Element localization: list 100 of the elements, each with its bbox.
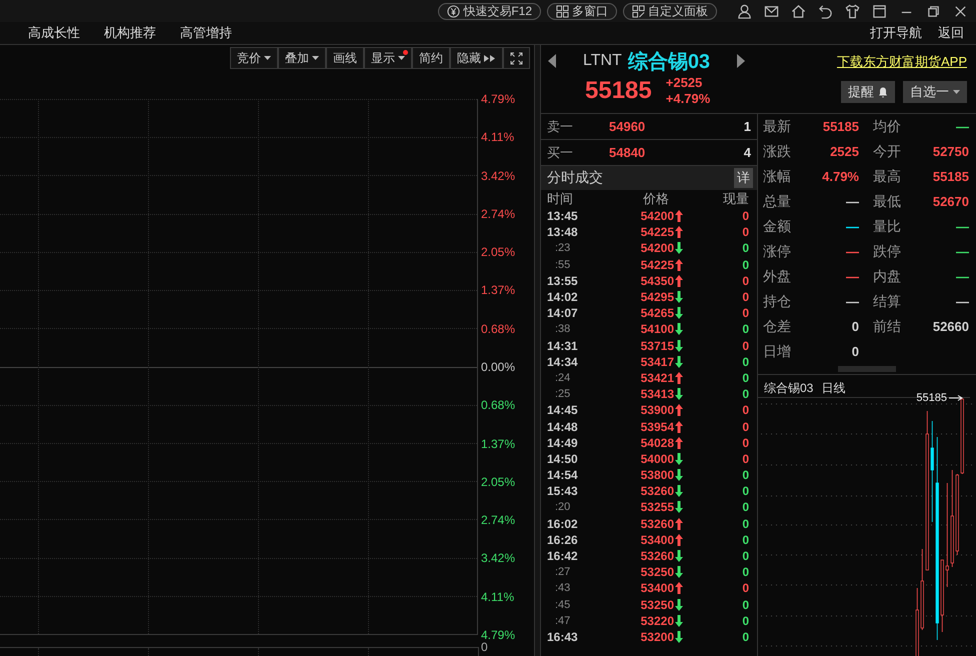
trade-time: :20 — [554, 501, 572, 514]
trade-time: 14:54 — [547, 468, 579, 482]
stat-label: 内盘 — [873, 268, 901, 286]
trade-price: 53413 — [640, 387, 674, 402]
axis-label: 3.42% — [481, 168, 516, 183]
caret-icon — [398, 56, 406, 60]
trade-price: 53417 — [640, 354, 674, 369]
panel-icon — [632, 4, 645, 18]
trade-volume: 0 — [741, 565, 749, 580]
chart-period: 日线 — [821, 380, 846, 397]
stat-label: 量比 — [873, 218, 901, 236]
axis-label: 1.37% — [481, 283, 516, 298]
trade-volume: 0 — [741, 338, 749, 353]
trade-time: 15:43 — [547, 484, 579, 498]
trade-volume: 0 — [741, 549, 749, 564]
stat-label: 涨跌 — [763, 142, 791, 160]
trade-price: 53255 — [640, 500, 674, 514]
column-header: 时间 — [547, 190, 574, 208]
stat-value: 0 — [852, 319, 859, 334]
axis-label: 2.05% — [481, 245, 516, 260]
trade-time: 14:07 — [547, 306, 579, 320]
trade-volume: 0 — [741, 452, 749, 466]
trade-time: 16:02 — [547, 516, 579, 531]
stat-label: 涨停 — [763, 242, 791, 260]
axis-label: 0.68% — [481, 398, 516, 412]
trade-volume: 0 — [741, 290, 749, 304]
toolbar-button[interactable]: 自定义面板 — [623, 2, 717, 20]
stat-value: — — [956, 269, 969, 284]
stat-label: 今开 — [873, 142, 901, 160]
chart-tool-button[interactable]: 叠加 — [278, 47, 326, 69]
nav-item[interactable]: 高成长性 — [28, 24, 80, 42]
trade-volume: 0 — [741, 225, 749, 240]
next-arrow-icon[interactable] — [736, 53, 746, 69]
chart-tool-button[interactable]: 画线 — [326, 47, 364, 69]
stat-value: — — [846, 244, 859, 259]
chart-tool-button[interactable]: 显示 — [364, 47, 412, 69]
order-quantity: 4 — [744, 145, 751, 160]
trade-volume: 0 — [741, 500, 749, 514]
toolbar-button[interactable]: 快速交易F12 — [438, 2, 541, 20]
previous-arrow-icon[interactable] — [547, 53, 557, 69]
order-price: 54840 — [609, 145, 646, 160]
detail-button[interactable]: 详 — [734, 168, 753, 188]
stat-label: 仓差 — [763, 318, 791, 336]
trade-time: 13:45 — [547, 209, 579, 224]
stat-value: — — [956, 219, 969, 234]
nav-item[interactable]: 返回 — [938, 24, 964, 42]
trade-volume: 0 — [741, 436, 749, 450]
restore-icon[interactable] — [926, 4, 941, 18]
stat-value: 4.79% — [822, 169, 859, 184]
stat-value: 2525 — [830, 144, 859, 159]
trade-volume: 0 — [741, 532, 749, 547]
trade-volume: 0 — [741, 322, 749, 336]
trade-price: 53800 — [640, 468, 674, 482]
trade-price: 53260 — [640, 484, 674, 498]
home-icon[interactable] — [791, 4, 806, 18]
nav-item[interactable]: 打开导航 — [870, 24, 922, 42]
trade-volume: 0 — [741, 306, 749, 320]
mail-icon[interactable] — [764, 4, 779, 18]
fullscreen-button[interactable] — [503, 47, 530, 69]
collapse-handle[interactable] — [838, 366, 896, 372]
order-level-label: 卖一 — [547, 118, 574, 136]
chart-tool-button[interactable]: 竞价 — [230, 47, 278, 69]
trade-price: 53260 — [640, 516, 674, 531]
trade-price: 54200 — [640, 241, 674, 256]
trade-price: 53200 — [640, 630, 674, 644]
trade-price: 53260 — [640, 549, 674, 564]
trade-time: :38 — [554, 323, 572, 336]
user-icon[interactable] — [737, 4, 752, 18]
stat-value: — — [956, 244, 969, 259]
caret-icon — [312, 56, 320, 60]
column-header: 现量 — [722, 190, 749, 208]
toolbar-button[interactable]: 多窗口 — [547, 2, 617, 20]
trade-time: 16:42 — [547, 549, 579, 564]
trade-price: 54350 — [640, 274, 674, 288]
trade-volume: 0 — [741, 468, 749, 482]
stat-label: 最新 — [763, 118, 791, 136]
column-header: 价格 — [642, 190, 670, 208]
stat-value: 55185 — [932, 169, 969, 184]
window-icon[interactable] — [872, 4, 887, 18]
stat-label: 结算 — [873, 292, 901, 310]
nav-item[interactable]: 高管增持 — [180, 24, 232, 42]
axis-label: 1.37% — [481, 436, 516, 451]
shirt-icon[interactable] — [845, 4, 860, 18]
alert-button[interactable]: 提醒 — [841, 81, 895, 103]
watchlist-button[interactable]: 自选一 — [903, 81, 967, 103]
stat-label: 持仓 — [763, 292, 791, 310]
order-quantity: 1 — [744, 119, 751, 134]
axis-label: 2.74% — [481, 513, 516, 528]
chart-tool-button[interactable]: 简约 — [412, 47, 450, 69]
nav-item[interactable]: 机构推荐 — [104, 24, 156, 42]
caret-icon — [264, 56, 272, 60]
stat-value: — — [956, 119, 969, 134]
back-icon[interactable] — [818, 4, 833, 18]
trade-volume: 0 — [741, 370, 749, 385]
trade-price: 54028 — [640, 436, 674, 450]
download-app-link[interactable]: 下载东方财富期货APP — [836, 53, 967, 71]
order-price: 54960 — [609, 119, 646, 134]
chart-tool-button[interactable]: 隐藏 — [450, 47, 504, 69]
close-icon[interactable] — [953, 4, 968, 18]
change-percent: +4.79% — [666, 91, 710, 107]
